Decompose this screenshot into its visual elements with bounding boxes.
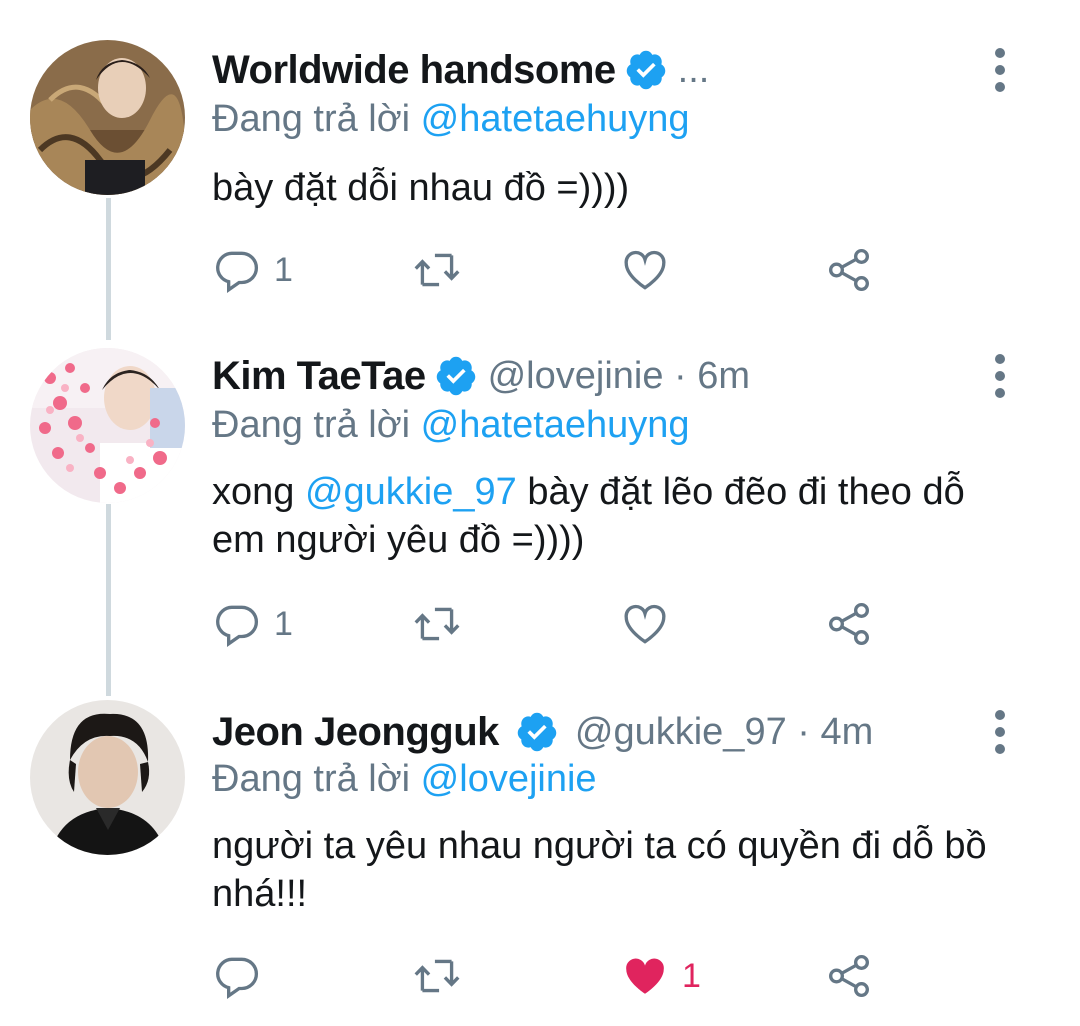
- tweet[interactable]: Worldwide handsome ... Đang trả lời @hat…: [0, 0, 1080, 330]
- tweet-text: xong @gukkie_97 bày đặt lẽo đẽo đi theo …: [212, 468, 1012, 564]
- share-icon: [829, 954, 869, 998]
- reply-icon: [216, 957, 258, 999]
- heart-icon: [624, 604, 666, 644]
- replying-mention-link[interactable]: @hatetaehuyng: [421, 404, 690, 446]
- tweet-header: Kim TaeTae @lovejinie · 6m: [212, 348, 750, 404]
- tweet-actions: 1: [212, 596, 912, 652]
- share-button[interactable]: [824, 948, 874, 1004]
- verified-badge-icon: [517, 712, 557, 752]
- tweet-text-part: bày đặt dỗi nhau đồ =)))): [212, 167, 630, 209]
- avatar[interactable]: [30, 700, 185, 855]
- replying-to: Đang trả lời @hatetaehuyng: [212, 404, 690, 447]
- handle[interactable]: ...: [678, 49, 710, 92]
- avatar[interactable]: [30, 348, 185, 503]
- handle-and-time[interactable]: @lovejinie · 6m: [488, 355, 750, 398]
- tweet[interactable]: Jeon Jeongguk @gukkie_97 · 4m Đang trả l…: [0, 690, 1080, 1026]
- share-button[interactable]: [824, 596, 874, 652]
- tweet-text-part: người ta yêu nhau người ta có quyền đi d…: [212, 825, 987, 915]
- display-name[interactable]: Kim TaeTae: [212, 354, 426, 399]
- replying-mention-link[interactable]: @hatetaehuyng: [421, 98, 690, 140]
- share-icon: [829, 248, 869, 292]
- replying-to: Đang trả lời @hatetaehuyng: [212, 98, 690, 141]
- mention-link[interactable]: @gukkie_97: [305, 471, 517, 513]
- reply-button[interactable]: 1: [212, 242, 293, 298]
- reply-button[interactable]: [212, 948, 262, 1004]
- share-button[interactable]: [824, 242, 874, 298]
- tweet[interactable]: Kim TaeTae @lovejinie · 6m Đang trả lời …: [0, 330, 1080, 690]
- tweet-header: Worldwide handsome ...: [212, 42, 709, 98]
- retweet-button[interactable]: [412, 948, 462, 1004]
- display-name[interactable]: Jeon Jeongguk: [212, 710, 499, 755]
- verified-badge-icon: [436, 356, 475, 396]
- like-button[interactable]: 1: [620, 948, 701, 1004]
- tweet-actions: 1: [212, 242, 912, 298]
- heart-filled-icon: [626, 958, 664, 994]
- handle-and-time[interactable]: @gukkie_97 · 4m: [575, 711, 873, 754]
- more-options-icon[interactable]: [992, 48, 1008, 92]
- like-button[interactable]: [620, 596, 670, 652]
- reply-icon: [216, 605, 258, 647]
- replying-prefix: Đang trả lời: [212, 98, 411, 140]
- replying-prefix: Đang trả lời: [212, 758, 411, 800]
- retweet-icon: [414, 253, 460, 287]
- heart-icon: [624, 250, 666, 290]
- tweet-text: người ta yêu nhau người ta có quyền đi d…: [212, 822, 1012, 918]
- more-options-icon[interactable]: [992, 710, 1008, 754]
- more-options-icon[interactable]: [992, 354, 1008, 398]
- reply-count: 1: [274, 604, 293, 643]
- tweet-text: bày đặt dỗi nhau đồ =)))): [212, 164, 1012, 212]
- reply-button[interactable]: 1: [212, 596, 293, 652]
- tweet-text-part: xong: [212, 471, 305, 513]
- replying-to: Đang trả lời @lovejinie: [212, 758, 597, 801]
- verified-badge-icon: [626, 50, 665, 90]
- retweet-button[interactable]: [412, 596, 462, 652]
- display-name[interactable]: Worldwide handsome: [212, 48, 616, 93]
- retweet-button[interactable]: [412, 242, 462, 298]
- like-count: 1: [682, 956, 701, 995]
- replying-mention-link[interactable]: @lovejinie: [421, 758, 597, 800]
- tweet-header: Jeon Jeongguk @gukkie_97 · 4m: [212, 704, 873, 760]
- replying-prefix: Đang trả lời: [212, 404, 411, 446]
- retweet-icon: [414, 607, 460, 641]
- reply-count: 1: [274, 250, 293, 289]
- share-icon: [829, 602, 869, 646]
- like-button[interactable]: [620, 242, 670, 298]
- avatar[interactable]: [30, 40, 185, 195]
- retweet-icon: [414, 959, 460, 993]
- tweet-actions: 1: [212, 948, 912, 1004]
- reply-icon: [216, 251, 258, 293]
